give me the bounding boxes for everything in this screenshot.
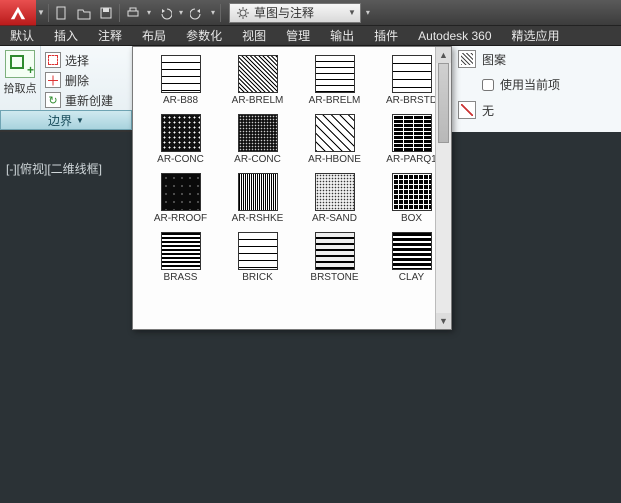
scrollbar[interactable]: ▲ ▼ [435, 47, 451, 329]
hatch-label: AR-HBONE [308, 154, 361, 165]
undo-icon[interactable] [156, 4, 174, 22]
recreate-icon [45, 92, 61, 108]
tab-addins[interactable]: 插件 [364, 26, 408, 46]
hatch-label: BRICK [242, 272, 273, 283]
select-icon [45, 52, 61, 68]
undo-dropdown[interactable]: ▾ [176, 0, 186, 26]
hatch-label: AR-CONC [157, 154, 204, 165]
hatch-item[interactable]: AR-B88 [145, 55, 216, 106]
hatch-swatch [315, 173, 355, 211]
hatch-swatch [161, 173, 201, 211]
hatch-swatch [392, 114, 432, 152]
hatch-swatch [315, 55, 355, 93]
hatch-swatch [392, 55, 432, 93]
pick-point-button[interactable] [5, 50, 35, 78]
hatch-label: AR-BRELM [309, 95, 361, 106]
select-button[interactable]: 选择 [45, 50, 128, 70]
hatch-label: AR-BRELM [232, 95, 284, 106]
hatch-label: AR-PARQ1 [386, 154, 436, 165]
tab-manage[interactable]: 管理 [276, 26, 320, 46]
hatch-label: AR-BRSTD [386, 95, 437, 106]
redo-icon[interactable] [188, 4, 206, 22]
separator [220, 4, 221, 22]
hatch-item[interactable]: AR-BRELM [299, 55, 370, 106]
hatch-item[interactable]: AR-BRELM [222, 55, 293, 106]
qat-overflow[interactable]: ▾ [363, 0, 373, 26]
hatch-item[interactable]: AR-RROOF [145, 173, 216, 224]
delete-button[interactable]: 删除 [45, 70, 128, 90]
scroll-thumb[interactable] [438, 63, 449, 143]
tab-annotate[interactable]: 注释 [88, 26, 132, 46]
pattern-row[interactable]: 图案 [452, 46, 621, 72]
save-icon[interactable] [97, 4, 115, 22]
tab-default[interactable]: 默认 [0, 26, 44, 46]
hatch-options-pane: 图案 使用当前项 无 [451, 46, 621, 132]
hatch-item[interactable]: BRICK [222, 232, 293, 283]
pick-point-label: 拾取点 [4, 80, 37, 96]
delete-icon [45, 72, 61, 88]
hatch-swatch [315, 114, 355, 152]
recreate-button[interactable]: 重新创建 [45, 90, 128, 110]
quick-access-toolbar: ▼ ▾ ▾ ▾ 草图与注释 ▼ ▾ [0, 0, 621, 26]
print-dropdown[interactable]: ▾ [144, 0, 154, 26]
app-logo[interactable] [0, 0, 36, 26]
hatch-swatch [315, 232, 355, 270]
workspace-label: 草图与注释 [254, 4, 314, 21]
scroll-up-icon[interactable]: ▲ [436, 47, 451, 63]
tab-layout[interactable]: 布局 [132, 26, 176, 46]
hatch-label: AR-CONC [234, 154, 281, 165]
hatch-swatch [392, 232, 432, 270]
boundary-panel-title[interactable]: 边界▼ [0, 110, 132, 130]
hatch-swatch [238, 114, 278, 152]
hatch-label: BRSTONE [310, 272, 358, 283]
gear-icon [236, 6, 250, 20]
hatch-item[interactable]: BRASS [145, 232, 216, 283]
hatch-item[interactable]: AR-RSHKE [222, 173, 293, 224]
tab-featured[interactable]: 精选应用 [502, 26, 570, 46]
hatch-swatch [392, 173, 432, 211]
separator [48, 4, 49, 22]
open-icon[interactable] [75, 4, 93, 22]
hatch-item[interactable]: AR-CONC [222, 114, 293, 165]
none-row[interactable]: 无 [452, 97, 621, 123]
hatch-item[interactable]: AR-HBONE [299, 114, 370, 165]
hatch-pattern-dropdown: AR-B88 AR-BRELM AR-BRELM AR-BRSTD AR-CONC AR-… [132, 46, 452, 330]
hatch-swatch [161, 232, 201, 270]
hatch-swatch [161, 114, 201, 152]
app-menu-dropdown[interactable]: ▼ [36, 0, 46, 26]
new-icon[interactable] [53, 4, 71, 22]
redo-dropdown[interactable]: ▾ [208, 0, 218, 26]
chevron-down-icon: ▼ [348, 8, 356, 17]
tab-parametric[interactable]: 参数化 [176, 26, 232, 46]
ribbon-tabs: 默认 插入 注释 布局 参数化 视图 管理 输出 插件 Autodesk 360… [0, 26, 621, 46]
hatch-item[interactable]: AR-CONC [145, 114, 216, 165]
workspace-selector[interactable]: 草图与注释 ▼ [229, 3, 361, 23]
hatch-label: BOX [401, 213, 422, 224]
hatch-swatch [238, 232, 278, 270]
tab-autodesk360[interactable]: Autodesk 360 [408, 26, 501, 46]
hatch-swatch [161, 55, 201, 93]
hatch-label: CLAY [399, 272, 424, 283]
none-icon [458, 101, 476, 119]
hatch-label: AR-RROOF [154, 213, 207, 224]
hatch-swatch [238, 55, 278, 93]
hatch-item[interactable]: BRSTONE [299, 232, 370, 283]
use-current-row[interactable]: 使用当前项 [452, 72, 621, 97]
tab-view[interactable]: 视图 [232, 26, 276, 46]
pattern-icon [458, 50, 476, 68]
hatch-label: AR-SAND [312, 213, 357, 224]
tab-output[interactable]: 输出 [320, 26, 364, 46]
hatch-label: AR-RSHKE [232, 213, 284, 224]
separator [119, 4, 120, 22]
chevron-down-icon: ▼ [76, 116, 84, 125]
hatch-label: BRASS [164, 272, 198, 283]
scroll-down-icon[interactable]: ▼ [436, 313, 451, 329]
use-current-checkbox[interactable] [482, 79, 494, 91]
hatch-label: AR-B88 [163, 95, 198, 106]
hatch-swatch [238, 173, 278, 211]
hatch-item[interactable]: AR-SAND [299, 173, 370, 224]
tab-insert[interactable]: 插入 [44, 26, 88, 46]
print-icon[interactable] [124, 4, 142, 22]
